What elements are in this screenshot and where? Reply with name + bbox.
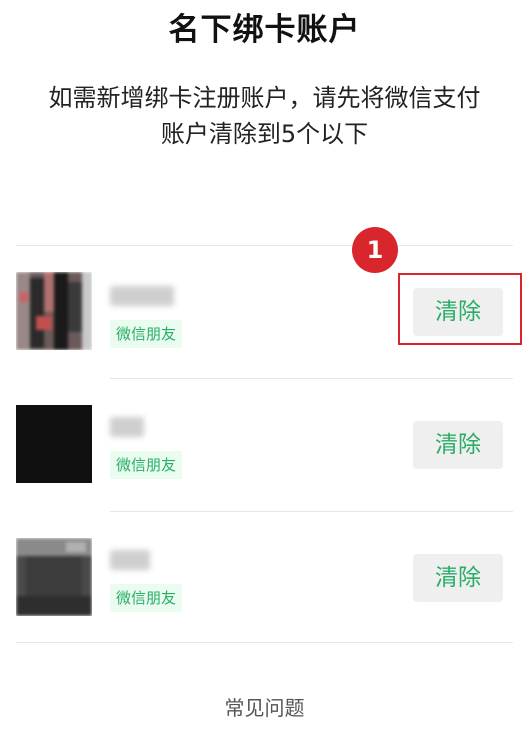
clear-button[interactable]: 清除 bbox=[413, 421, 503, 469]
faq-link[interactable]: 常见问题 bbox=[0, 692, 529, 721]
avatar bbox=[16, 538, 92, 616]
account-row: 微信朋友 清除 bbox=[0, 379, 529, 511]
clear-button[interactable]: 清除 bbox=[413, 554, 503, 602]
description-line-1: 如需新增绑卡注册账户，请先将微信支付 bbox=[48, 84, 481, 112]
page-description: 如需新增绑卡注册账户，请先将微信支付 账户清除到5个以下 bbox=[10, 80, 519, 152]
friend-tag: 微信朋友 bbox=[110, 451, 183, 479]
page-title: 名下绑卡账户 bbox=[168, 12, 361, 48]
description-line-2: 账户清除到5个以下 bbox=[160, 120, 369, 148]
account-name-redacted bbox=[110, 550, 150, 570]
friend-tag: 微信朋友 bbox=[110, 584, 183, 612]
step-number-badge: 1 bbox=[352, 227, 398, 273]
avatar bbox=[16, 272, 92, 350]
account-row: 微信朋友 清除 bbox=[0, 512, 529, 644]
account-name-redacted bbox=[110, 417, 144, 437]
friend-tag: 微信朋友 bbox=[110, 320, 183, 348]
highlight-box bbox=[398, 273, 522, 345]
account-name-redacted bbox=[110, 286, 174, 306]
divider bbox=[16, 642, 513, 643]
avatar bbox=[16, 405, 92, 483]
